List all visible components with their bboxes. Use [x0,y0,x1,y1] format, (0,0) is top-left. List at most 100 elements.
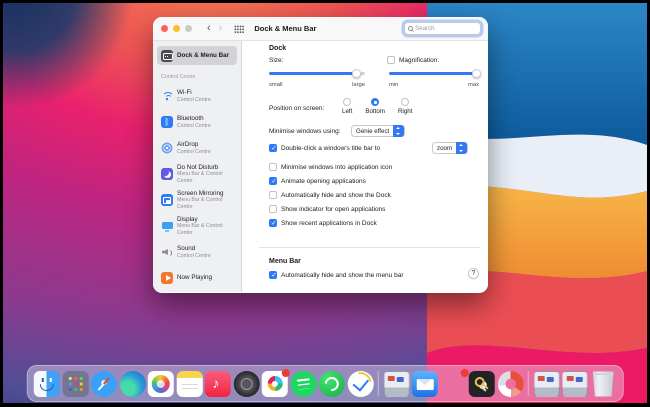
back-icon[interactable]: ‹ [203,23,215,34]
dock-item-app-store[interactable] [440,371,466,397]
checkbox-row[interactable]: Automatically hide and show the Dock [269,188,482,202]
checkbox-row[interactable]: Animate opening applications [269,174,482,188]
dock-item-activity-ring[interactable] [497,371,523,397]
sidebar-item[interactable]: Wi-Fi Control Centre [157,83,237,109]
size-min-label: small [269,82,283,88]
show-all-grid-icon[interactable] [234,25,244,33]
dock-item-slack[interactable] [262,371,288,397]
checkbox[interactable] [269,219,277,227]
popup-chevrons-icon [456,142,467,154]
dock-item-mail[interactable] [412,371,438,397]
magnification-checkbox[interactable] [387,56,395,64]
sidebar-item[interactable]: Sound Control Centre [157,239,237,265]
window-title: Dock & Menu Bar [254,24,316,33]
dock-item-window-thumb[interactable] [562,371,588,397]
dock-item-trash[interactable] [590,371,616,397]
checkbox-row[interactable]: Show indicator for open applications [269,202,482,216]
position-radio-option[interactable]: Bottom [365,98,385,115]
dock-separator [528,371,529,396]
menubar-autohide-label: Automatically hide and show the menu bar [281,272,404,279]
doubleclick-label: Double-click a window's title bar to [281,145,380,152]
radio-button[interactable] [343,98,351,106]
sidebar-item-list: Wi-Fi Control Centre Bluetooth Control C… [157,83,237,291]
window-controls [161,25,192,32]
dock-item-finder[interactable] [34,371,60,397]
dock-separator [378,371,379,396]
checkbox-label: Minimise windows into application icon [281,164,392,171]
dock-item-spotify[interactable] [290,371,316,397]
doubleclick-checkbox[interactable] [269,144,277,152]
dock-item-window-thumb[interactable] [533,371,559,397]
magnification-checkbox-row[interactable]: Magnification: [387,56,439,64]
sidebar-item[interactable]: Screen Mirroring Menu Bar & Control Cent… [157,187,237,213]
dock-item-whatsapp[interactable] [319,371,345,397]
doubleclick-action-popup[interactable]: zoom [432,142,468,154]
search-input[interactable] [415,25,477,32]
checkbox[interactable] [269,205,277,213]
help-button[interactable]: ? [468,268,479,279]
display-icon [161,220,173,232]
checkbox-label: Show indicator for open applications [281,206,385,213]
section-divider [259,247,480,248]
checkbox-row[interactable]: Show recent applications in Dock [269,216,482,230]
dock-item-ticktick[interactable] [347,371,373,397]
radio-button[interactable] [371,98,379,106]
position-label: Position on screen: [269,105,324,112]
sidebar-item[interactable]: Do Not Disturb Menu Bar & Control Centre [157,161,237,187]
dock-item-notes[interactable] [176,371,202,397]
mag-max-label: max [468,82,479,88]
search-icon [408,26,413,31]
dock-bar [27,365,624,402]
doubleclick-checkbox-row[interactable]: Double-click a window's title bar to [269,144,380,152]
sidebar-item[interactable]: Now Playing [157,265,237,291]
sidebar-item-dock-menu-bar[interactable]: Dock & Menu Bar [157,46,237,65]
search-field[interactable] [404,22,481,35]
popup-chevrons-icon [393,125,404,137]
position-radio-option[interactable]: Right [398,98,412,115]
sidebar-item[interactable]: Bluetooth Control Centre [157,109,237,135]
desktop: ‹ › Dock & Menu Bar Dock & Menu Bar Cont… [3,3,647,403]
checkbox[interactable] [269,177,277,185]
dock-item-edge[interactable] [119,371,145,397]
position-radio-group: Left Bottom Right [342,98,412,115]
dock-item-music[interactable] [205,371,231,397]
minimize-button[interactable] [173,25,180,32]
magnification-slider-knob[interactable] [472,69,481,78]
checkbox[interactable] [269,163,277,171]
sidebar-item[interactable]: AirDrop Control Centre [157,135,237,161]
radio-button[interactable] [401,98,409,106]
checkbox-label: Animate opening applications [281,178,366,185]
dock-item-keychain[interactable] [469,371,495,397]
sidebar-selected-label: Dock & Menu Bar [177,52,229,59]
wifi-icon [161,90,173,102]
size-slider[interactable] [269,69,365,78]
size-slider-knob[interactable] [352,69,361,78]
menubar-autohide-row[interactable]: Automatically hide and show the menu bar [269,271,404,279]
window-toolbar: ‹ › Dock & Menu Bar [153,17,488,41]
size-max-label: large [352,82,365,88]
minimise-using-label: Minimise windows using: [269,128,341,135]
sidebar-section-label: Control Centre [161,74,237,80]
sidebar-item[interactable]: Display Menu Bar & Control Centre [157,213,237,239]
close-button[interactable] [161,25,168,32]
settings-content: Dock Size: Magnification: small larg [242,41,488,292]
dnd-icon [161,168,173,180]
mag-min-label: min [389,82,398,88]
screenshot-frame: ‹ › Dock & Menu Bar Dock & Menu Bar Cont… [0,0,650,407]
dock-item-photos[interactable] [148,371,174,397]
size-label: Size: [269,57,283,64]
dock-item-camera[interactable] [233,371,259,397]
radio-label: Right [398,108,412,115]
dock-item-window-thumb[interactable] [383,371,409,397]
menu-bar-heading: Menu Bar [269,258,301,265]
magnification-slider[interactable] [389,69,479,78]
radio-label: Bottom [365,108,385,115]
forward-icon[interactable]: › [215,23,227,34]
checkbox[interactable] [269,191,277,199]
dock-item-safari[interactable] [91,371,117,397]
dock-item-launchpad[interactable] [62,371,88,397]
position-radio-option[interactable]: Left [342,98,352,115]
menubar-autohide-checkbox[interactable] [269,271,277,279]
minimise-effect-popup[interactable]: Genie effect [351,125,405,137]
checkbox-row[interactable]: Minimise windows into application icon [269,160,482,174]
